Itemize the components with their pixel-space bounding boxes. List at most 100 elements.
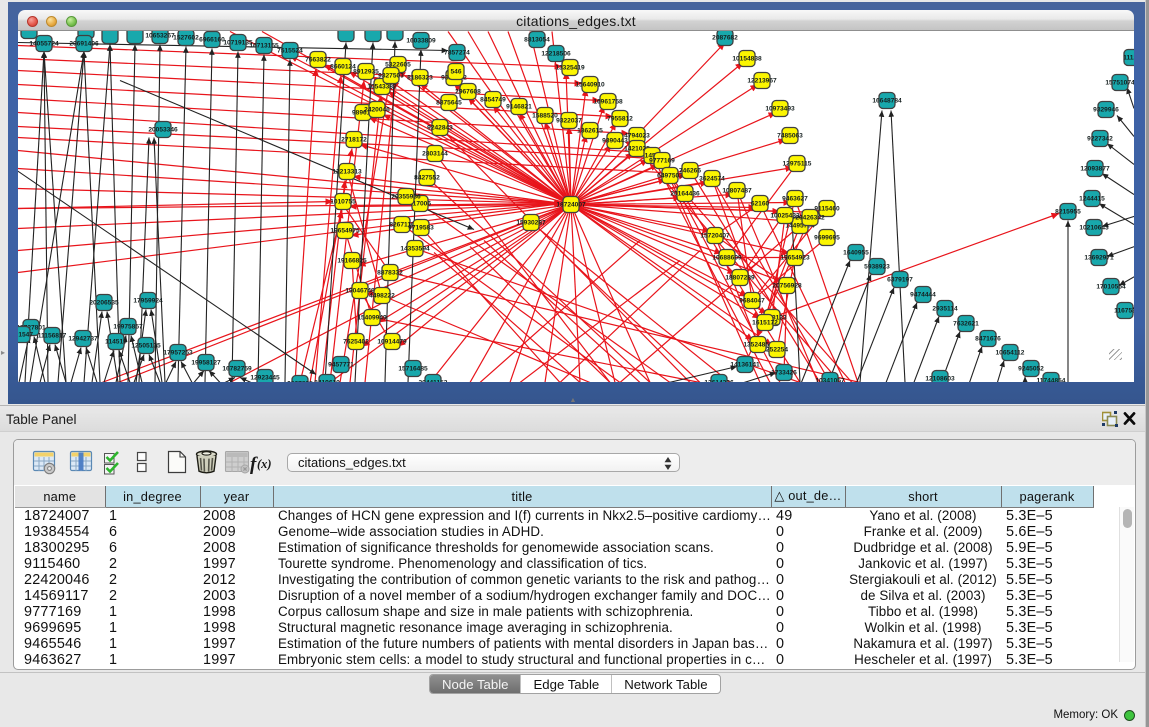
svg-text:15930287: 15930287 <box>516 220 546 227</box>
svg-text:16782759: 16782759 <box>222 366 252 373</box>
svg-text:9245052: 9245052 <box>1018 366 1044 373</box>
svg-text:7632621: 7632621 <box>953 321 979 328</box>
svg-text:116753: 116753 <box>1114 308 1134 315</box>
svg-text:9867825: 9867825 <box>287 381 313 383</box>
svg-text:9146821: 9146821 <box>506 104 532 111</box>
svg-text:11123: 11123 <box>1123 55 1134 62</box>
svg-text:19654923: 19654923 <box>780 255 810 262</box>
svg-text:7663822: 7663822 <box>305 57 331 64</box>
svg-text:12505135: 12505135 <box>131 343 161 350</box>
svg-text:9719583: 9719583 <box>408 225 434 232</box>
svg-text:1010755: 1010755 <box>330 199 356 206</box>
svg-text:12093877: 12093877 <box>1080 166 1110 173</box>
svg-text:8878332: 8878332 <box>377 270 403 277</box>
svg-text:16033809: 16033809 <box>406 38 436 45</box>
svg-text:10973493: 10973493 <box>765 106 795 113</box>
svg-text:14055724: 14055724 <box>29 41 59 48</box>
svg-text:15640910: 15640910 <box>575 82 605 89</box>
svg-text:9457771: 9457771 <box>328 362 354 369</box>
svg-text:2803144: 2803144 <box>422 151 448 158</box>
svg-text:7625402: 7625402 <box>343 339 369 346</box>
svg-text:10654112: 10654112 <box>996 350 1025 357</box>
svg-text:252254: 252254 <box>766 347 788 354</box>
svg-text:16914479: 16914479 <box>377 339 407 346</box>
svg-text:16648784: 16648784 <box>872 98 902 105</box>
svg-text:4498222: 4498222 <box>369 293 395 300</box>
svg-text:10154838: 10154838 <box>732 56 762 63</box>
svg-text:546: 546 <box>450 69 461 76</box>
svg-text:(x): (x) <box>257 457 272 471</box>
svg-text:7515524: 7515524 <box>277 48 303 55</box>
svg-text:18724007: 18724007 <box>556 202 586 209</box>
svg-text:10688609: 10688609 <box>712 255 742 262</box>
svg-text:9242843: 9242843 <box>427 125 453 132</box>
svg-text:1640955: 1640955 <box>843 250 869 257</box>
svg-text:20206535: 20206535 <box>89 300 119 307</box>
svg-text:9329946: 9329946 <box>1093 107 1119 114</box>
svg-text:17959924: 17959924 <box>133 298 163 305</box>
svg-text:8813054: 8813054 <box>524 37 550 44</box>
svg-text:8912935: 8912935 <box>353 69 379 76</box>
svg-text:9463627: 9463627 <box>782 196 808 203</box>
svg-text:18807289: 18807289 <box>725 275 755 282</box>
svg-text:20053346: 20053346 <box>148 127 178 134</box>
svg-text:9474444: 9474444 <box>910 292 936 299</box>
svg-text:8215955: 8215955 <box>1055 209 1081 216</box>
svg-text:12614226: 12614226 <box>704 380 734 383</box>
svg-text:3624574: 3624574 <box>699 176 725 183</box>
svg-text:2967608: 2967608 <box>455 89 481 96</box>
svg-text:15409949: 15409949 <box>357 315 387 322</box>
svg-text:114519: 114519 <box>105 339 127 346</box>
svg-text:15716485: 15716485 <box>398 366 428 373</box>
svg-text:62160: 62160 <box>751 201 770 208</box>
svg-text:8427552: 8427552 <box>414 175 440 182</box>
svg-text:16961758: 16961758 <box>593 99 623 106</box>
svg-text:12942737: 12942737 <box>68 336 98 343</box>
svg-text:1733426: 1733426 <box>771 370 797 377</box>
svg-text:12218506: 12218506 <box>541 51 571 58</box>
svg-text:9327503: 9327503 <box>378 73 404 80</box>
svg-text:9227342: 9227342 <box>1087 136 1113 143</box>
svg-text:8186323: 8186323 <box>407 75 433 82</box>
svg-text:746266: 746266 <box>679 168 701 175</box>
svg-text:6379197: 6379197 <box>887 277 913 284</box>
svg-text:1527602: 1527602 <box>173 35 199 42</box>
svg-text:13325419: 13325419 <box>555 65 585 72</box>
svg-text:13692971: 13692971 <box>1084 255 1114 262</box>
svg-text:10341057: 10341057 <box>815 378 845 383</box>
svg-text:14136141: 14136141 <box>730 362 760 369</box>
svg-text:8471676: 8471676 <box>975 336 1001 343</box>
svg-text:11744854: 11744854 <box>1037 378 1066 383</box>
svg-text:2087682: 2087682 <box>712 35 738 42</box>
svg-text:11156817: 11156817 <box>38 333 67 340</box>
svg-text:17957253: 17957253 <box>163 350 193 357</box>
svg-text:4794023: 4794023 <box>624 133 650 140</box>
svg-text:9777169: 9777169 <box>649 158 675 165</box>
svg-text:9684047: 9684047 <box>739 298 765 305</box>
svg-text:10210643: 10210643 <box>1079 225 1109 232</box>
svg-text:19975857: 19975857 <box>113 324 143 331</box>
svg-text:12975115: 12975115 <box>783 161 812 168</box>
svg-text:12213313: 12213313 <box>332 169 362 176</box>
svg-text:20441152: 20441152 <box>419 380 448 383</box>
svg-text:7955812: 7955812 <box>607 116 633 123</box>
svg-text:12923445: 12923445 <box>250 375 280 382</box>
svg-text:20426342: 20426342 <box>795 215 825 222</box>
svg-text:16713155: 16713155 <box>249 43 279 50</box>
svg-text:2420046: 2420046 <box>364 107 390 114</box>
svg-text:10807487: 10807487 <box>722 188 752 195</box>
svg-text:12108603: 12108603 <box>925 376 955 383</box>
svg-text:8875645: 8875645 <box>436 100 462 107</box>
svg-text:8419610: 8419610 <box>314 380 340 383</box>
svg-text:15751074: 15751074 <box>1105 80 1134 87</box>
svg-text:15720407: 15720407 <box>700 233 730 240</box>
svg-text:9115460: 9115460 <box>814 206 840 213</box>
svg-text:20355936: 20355936 <box>391 194 421 201</box>
svg-text:991547: 991547 <box>18 332 33 339</box>
svg-text:17010554: 17010554 <box>1096 284 1126 291</box>
svg-text:19654975: 19654975 <box>330 228 360 235</box>
svg-text:6966160: 6966160 <box>199 37 225 44</box>
svg-text:20756928: 20756928 <box>772 283 802 290</box>
svg-text:8454749: 8454749 <box>480 97 506 104</box>
svg-text:1244415: 1244415 <box>1079 196 1105 203</box>
